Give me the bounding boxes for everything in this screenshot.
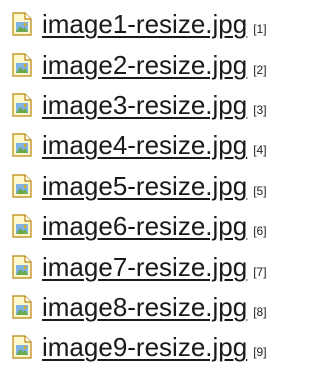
attachment-ref: [5]: [253, 183, 267, 198]
attachment-link[interactable]: image5-resize.jpg: [42, 171, 247, 201]
attachment-ref: [2]: [253, 62, 267, 77]
image-file-icon: [12, 254, 32, 279]
image-file-icon: [12, 214, 32, 238]
image-file-icon: [12, 295, 32, 319]
attachment-item: image4-resize.jpg [4]: [12, 125, 267, 165]
attachment-ref: [1]: [253, 22, 267, 37]
attachment-item: image3-resize.jpg [3]: [12, 85, 267, 125]
attachment-ref: [8]: [253, 304, 267, 319]
attachment-link[interactable]: image3-resize.jpg: [42, 90, 247, 120]
image-file-icon: [12, 93, 32, 117]
attachment-item: image1-resize.jpg [1]: [12, 4, 267, 44]
image-file-icon: [12, 335, 32, 359]
image-file-icon: [12, 133, 32, 157]
attachment-ref: [7]: [253, 264, 267, 279]
attachment-item: image8-resize.jpg [8]: [12, 287, 267, 327]
attachment-link[interactable]: image1-resize.jpg: [42, 9, 247, 39]
attachment-item: image2-resize.jpg [2]: [12, 44, 267, 84]
attachment-item: image6-resize.jpg [6]: [12, 206, 267, 246]
attachment-link[interactable]: image9-resize.jpg: [42, 332, 247, 362]
attachment-item: image5-resize.jpg [5]: [12, 166, 267, 206]
attachment-link[interactable]: image6-resize.jpg: [42, 211, 247, 241]
attachment-list: image1-resize.jpg [1] image2-resize.jpg …: [12, 4, 267, 368]
attachment-link[interactable]: image2-resize.jpg: [42, 50, 247, 80]
attachment-ref: [3]: [253, 102, 267, 117]
image-file-icon: [12, 12, 32, 36]
attachment-link[interactable]: image8-resize.jpg: [42, 292, 247, 322]
attachment-link[interactable]: image7-resize.jpg: [42, 252, 247, 282]
attachment-ref: [9]: [253, 345, 267, 360]
attachment-link[interactable]: image4-resize.jpg: [42, 130, 247, 160]
attachment-ref: [6]: [253, 224, 267, 239]
image-file-icon: [12, 52, 32, 77]
attachment-ref: [4]: [253, 143, 267, 158]
attachment-item: image7-resize.jpg [7]: [12, 246, 267, 286]
attachment-item: image9-resize.jpg [9]: [12, 327, 267, 367]
image-file-icon: [12, 174, 32, 198]
